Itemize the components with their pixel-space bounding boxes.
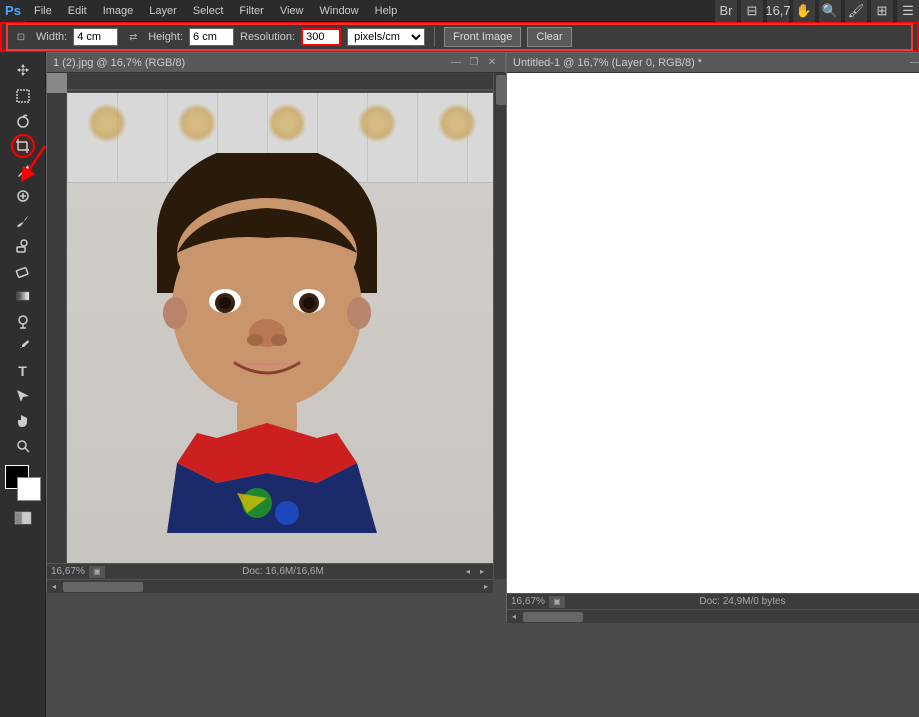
zoom-info-icon: ▣ (89, 566, 105, 578)
crop-tool-icon: ⊡ (12, 28, 30, 46)
menu-image[interactable]: Image (95, 0, 142, 21)
right-icons: Br ⊟ 16,7 ✋ 🔍 🖌 ⊞ ☰ (715, 0, 919, 22)
eyedropper-tool[interactable] (11, 159, 35, 183)
photo-canvas-body: ◂ ▸ 16,67% ▣ Doc: 16,6M/16,6M ◂ ▸ (47, 73, 507, 593)
photo-maximize-button[interactable]: ❐ (467, 56, 481, 70)
text-tool[interactable]: T (11, 359, 35, 383)
untitled-scrollbar-horizontal-thumb[interactable] (523, 612, 583, 622)
untitled-doc-info: Doc: 24,9M/0 bytes (565, 596, 919, 607)
photo-window-title: 1 (2).jpg @ 16,7% (RGB/8) (53, 57, 185, 69)
menu-edit[interactable]: Edit (60, 0, 95, 21)
main-area: T 1 (2).jpg @ 16,7% (RGB/8) — ❐ (0, 52, 919, 717)
hand-tool-icon[interactable]: ✋ (793, 0, 815, 22)
device-icon[interactable]: ⊟ (741, 0, 763, 22)
width-label: Width: (36, 31, 67, 43)
brush-tool[interactable] (11, 209, 35, 233)
photo-canvas (47, 73, 493, 579)
untitled-zoom-icon: ▣ (549, 596, 565, 608)
app-logo: Ps (0, 0, 26, 22)
photo-window-controls: — ❐ ✕ (449, 56, 499, 70)
gradient-tool[interactable] (11, 284, 35, 308)
clone-stamp-tool[interactable] (11, 234, 35, 258)
width-input[interactable] (73, 28, 118, 46)
untitled-window-titlebar: Untitled-1 @ 16,7% (Layer 0, RGB/8) * — … (507, 53, 919, 73)
menu-view[interactable]: View (272, 0, 312, 21)
photo-window-titlebar: 1 (2).jpg @ 16,7% (RGB/8) — ❐ ✕ (47, 53, 505, 73)
menu-filter[interactable]: Filter (231, 0, 271, 21)
rectangular-marquee-tool[interactable] (11, 84, 35, 108)
height-input[interactable] (189, 28, 234, 46)
menu-file[interactable]: File (26, 0, 60, 21)
front-image-button[interactable]: Front Image (444, 27, 521, 47)
untitled-canvas (507, 73, 919, 609)
zoom-field[interactable]: 16,7 (767, 0, 789, 22)
resolution-label: Resolution: (240, 31, 295, 43)
photo-scroll-right[interactable]: ▸ (479, 580, 493, 594)
photo-close-button[interactable]: ✕ (485, 56, 499, 70)
color-swatches[interactable] (5, 465, 41, 501)
untitled-canvas-body: ◂ ▸ 16,67% ▣ Doc: 24,9M/0 bytes ◂ ▸ (507, 73, 919, 623)
eraser-tool[interactable] (11, 259, 35, 283)
menu-window[interactable]: Window (312, 0, 367, 21)
brush-icon[interactable]: 🖌 (845, 0, 867, 22)
crop-tool[interactable] (11, 134, 35, 158)
layout-icon[interactable]: ⊞ (871, 0, 893, 22)
quick-mask-mode[interactable] (11, 506, 35, 530)
bridge-icon[interactable]: Br (715, 0, 737, 22)
photo-scrollbar-vertical[interactable] (493, 73, 507, 579)
untitled-window-controls: — ❐ ✕ (908, 56, 919, 70)
untitled-scrollbar-horizontal[interactable]: ◂ ▸ (507, 609, 919, 623)
photo-nav-right[interactable]: ▸ (475, 565, 489, 579)
hand-tool[interactable] (11, 409, 35, 433)
workspace-icon[interactable]: ☰ (897, 0, 919, 22)
unit-dropdown[interactable]: pixels/cm pixels/inch (347, 28, 425, 46)
menu-layer[interactable]: Layer (141, 0, 185, 21)
zoom-tool[interactable] (11, 434, 35, 458)
left-toolbar: T (0, 52, 46, 717)
photo-scroll-left[interactable]: ◂ (47, 580, 61, 594)
untitled-window-title: Untitled-1 @ 16,7% (Layer 0, RGB/8) * (513, 57, 702, 69)
untitled-minimize-button[interactable]: — (908, 56, 919, 70)
options-bar-inner: ⊡ Width: ⇄ Height: Resolution: pixels/cm… (6, 23, 913, 51)
photo-nav-left[interactable]: ◂ (461, 565, 475, 579)
menu-bar: Ps File Edit Image Layer Select Filter V… (0, 0, 919, 22)
path-selection-tool[interactable] (11, 384, 35, 408)
swap-icon[interactable]: ⇄ (124, 28, 142, 46)
photo-window: 1 (2).jpg @ 16,7% (RGB/8) — ❐ ✕ (46, 52, 506, 592)
lasso-tool[interactable] (11, 109, 35, 133)
dodge-tool[interactable] (11, 309, 35, 333)
pen-tool[interactable] (11, 334, 35, 358)
resolution-input[interactable] (301, 28, 341, 46)
photo-scrollbar-horizontal[interactable]: ◂ ▸ (47, 579, 493, 593)
photo-scrollbar-vertical-thumb[interactable] (496, 75, 506, 105)
untitled-footer: 16,67% ▣ Doc: 24,9M/0 bytes ◂ ▸ (507, 593, 919, 609)
photo-scrollbar-horizontal-thumb[interactable] (63, 582, 143, 592)
photo-footer: 16,67% ▣ Doc: 16,6M/16,6M ◂ ▸ (47, 563, 493, 579)
zoom-icon[interactable]: 🔍 (819, 0, 841, 22)
untitled-zoom-display: 16,67% (511, 596, 545, 607)
healing-brush-tool[interactable] (11, 184, 35, 208)
separator (434, 27, 435, 47)
photo-content (67, 93, 493, 579)
clear-button[interactable]: Clear (527, 27, 571, 47)
menu-select[interactable]: Select (185, 0, 232, 21)
photo-zoom-display: 16,67% (51, 566, 85, 577)
menu-items: File Edit Image Layer Select Filter View… (26, 0, 405, 21)
ruler-horizontal (67, 73, 493, 93)
content-area: 1 (2).jpg @ 16,7% (RGB/8) — ❐ ✕ (46, 52, 919, 717)
child-photo-svg (117, 153, 417, 533)
height-label: Height: (148, 31, 183, 43)
photo-minimize-button[interactable]: — (449, 56, 463, 70)
untitled-window: Untitled-1 @ 16,7% (Layer 0, RGB/8) * — … (506, 52, 919, 622)
ruler-vertical (47, 93, 67, 579)
background-color[interactable] (17, 477, 41, 501)
photo-doc-info: Doc: 16,6M/16,6M (105, 566, 461, 577)
menu-help[interactable]: Help (367, 0, 406, 21)
move-tool[interactable] (11, 59, 35, 83)
options-bar: ⊡ Width: ⇄ Height: Resolution: pixels/cm… (0, 22, 919, 52)
untitled-scroll-left[interactable]: ◂ (507, 610, 521, 624)
